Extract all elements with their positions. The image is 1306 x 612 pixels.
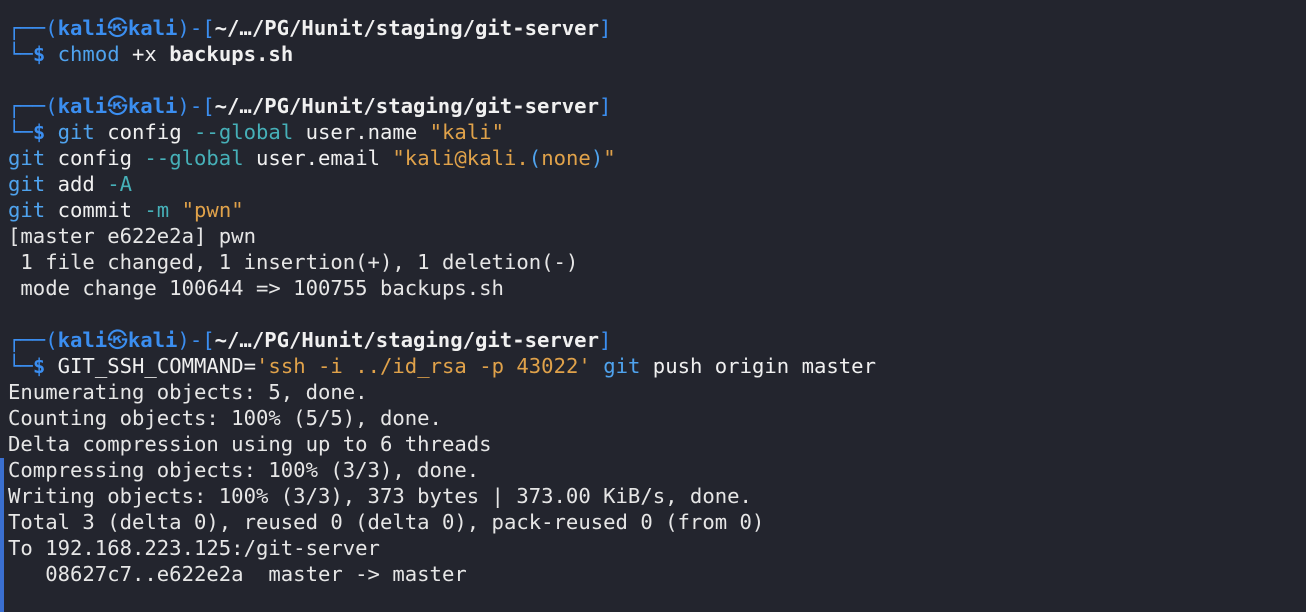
command-token: git bbox=[8, 198, 46, 222]
command-token: "kali@kali. bbox=[392, 146, 529, 170]
prompt-at-symbol: ㉿ bbox=[107, 94, 128, 118]
command-token: add bbox=[45, 172, 108, 196]
prompt-path: ~/…/PG/Hunit/staging/git-server bbox=[214, 94, 599, 118]
command-token: user.email bbox=[243, 146, 393, 170]
prompt-separator: )-[ bbox=[177, 328, 215, 352]
command-token: "kali" bbox=[429, 120, 505, 144]
command-token: 'ssh -i ../id_rsa -p 43022' bbox=[256, 354, 591, 378]
prompt-corner-top: ┌──( bbox=[8, 94, 58, 118]
prompt-header: ┌──(kali㉿kali)-[~/…/PG/Hunit/staging/git… bbox=[8, 93, 1306, 119]
output-line: Compressing objects: 100% (3/3), done. bbox=[8, 458, 480, 482]
output-line: Writing objects: 100% (3/3), 373 bytes |… bbox=[8, 484, 752, 508]
command-token: " bbox=[603, 146, 616, 170]
command-token: commit bbox=[45, 198, 145, 222]
command-token: config bbox=[94, 120, 195, 144]
command-token: none bbox=[541, 146, 591, 170]
prompt-at-symbol: ㉿ bbox=[107, 16, 128, 40]
prompt-close: ] bbox=[598, 328, 612, 352]
command-token: GIT_SSH_COMMAND= bbox=[57, 354, 257, 378]
command-token: -m bbox=[144, 198, 170, 222]
command-token: chmod bbox=[57, 42, 120, 66]
terminal-window[interactable]: ┌──(kali㉿kali)-[~/…/PG/Hunit/staging/git… bbox=[0, 0, 1306, 612]
prompt-header: ┌──(kali㉿kali)-[~/…/PG/Hunit/staging/git… bbox=[8, 327, 1306, 353]
command-token: +x bbox=[119, 42, 170, 66]
prompt-corner-top: ┌──( bbox=[8, 16, 58, 40]
command-token bbox=[169, 198, 181, 222]
command-line[interactable]: └─$ chmod +x backups.sh bbox=[8, 41, 1306, 67]
prompt-host: kali bbox=[127, 94, 178, 118]
command-line[interactable]: └─$ git config --global user.name "kali" bbox=[8, 119, 1306, 145]
prompt-path: ~/…/PG/Hunit/staging/git-server bbox=[214, 16, 599, 40]
prompt-corner-top: ┌──( bbox=[8, 328, 58, 352]
prompt-close: ] bbox=[598, 16, 612, 40]
prompt-corner-bottom: └─ bbox=[8, 354, 33, 378]
command-continuation-line: git commit -m "pwn" bbox=[8, 197, 1306, 223]
prompt-at-symbol: ㉿ bbox=[107, 328, 128, 352]
prompt-header: ┌──(kali㉿kali)-[~/…/PG/Hunit/staging/git… bbox=[8, 15, 1306, 41]
command-token: git bbox=[8, 146, 46, 170]
command-token: ) bbox=[590, 146, 604, 170]
command-token: "pwn" bbox=[181, 198, 244, 222]
command-token: ( bbox=[528, 146, 542, 170]
output-line: Counting objects: 100% (5/5), done. bbox=[8, 406, 442, 430]
command-token: -A bbox=[107, 172, 133, 196]
command-line[interactable]: └─$ GIT_SSH_COMMAND='ssh -i ../id_rsa -p… bbox=[8, 353, 1306, 379]
prompt-user: kali bbox=[57, 94, 108, 118]
command-token bbox=[591, 354, 603, 378]
command-token: config bbox=[45, 146, 145, 170]
prompt-dollar: $ bbox=[32, 42, 46, 66]
output-line: Total 3 (delta 0), reused 0 (delta 0), p… bbox=[8, 510, 765, 534]
output-line: 1 file changed, 1 insertion(+), 1 deleti… bbox=[8, 250, 579, 274]
command-token: user.name bbox=[293, 120, 430, 144]
output-line: mode change 100644 => 100755 backups.sh bbox=[8, 276, 504, 300]
command-token: git bbox=[8, 172, 46, 196]
command-token: git bbox=[603, 354, 641, 378]
prompt-corner-bottom: └─ bbox=[8, 42, 33, 66]
output-line: Delta compression using up to 6 threads bbox=[8, 432, 492, 456]
command-token: git bbox=[57, 120, 95, 144]
output-line: To 192.168.223.125:/git-server bbox=[8, 536, 380, 560]
command-continuation-line: git add -A bbox=[8, 171, 1306, 197]
prompt-separator: )-[ bbox=[177, 16, 215, 40]
command-token: --global bbox=[194, 120, 294, 144]
prompt-host: kali bbox=[127, 16, 178, 40]
command-token: --global bbox=[144, 146, 244, 170]
output-line: Enumerating objects: 5, done. bbox=[8, 380, 368, 404]
prompt-corner-bottom: └─ bbox=[8, 120, 33, 144]
prompt-dollar: $ bbox=[32, 354, 46, 378]
prompt-path: ~/…/PG/Hunit/staging/git-server bbox=[214, 328, 599, 352]
output-line: 08627c7..e622e2a master -> master bbox=[8, 562, 467, 586]
command-token: push origin master bbox=[640, 354, 876, 378]
command-continuation-line: git config --global user.email "kali@kal… bbox=[8, 145, 1306, 171]
prompt-user: kali bbox=[57, 16, 108, 40]
prompt-user: kali bbox=[57, 328, 108, 352]
prompt-close: ] bbox=[598, 94, 612, 118]
scroll-marker bbox=[0, 458, 4, 612]
output-line: [master e622e2a] pwn bbox=[8, 224, 256, 248]
prompt-dollar: $ bbox=[32, 120, 46, 144]
prompt-separator: )-[ bbox=[177, 94, 215, 118]
command-token: backups.sh bbox=[169, 42, 294, 66]
prompt-host: kali bbox=[127, 328, 178, 352]
